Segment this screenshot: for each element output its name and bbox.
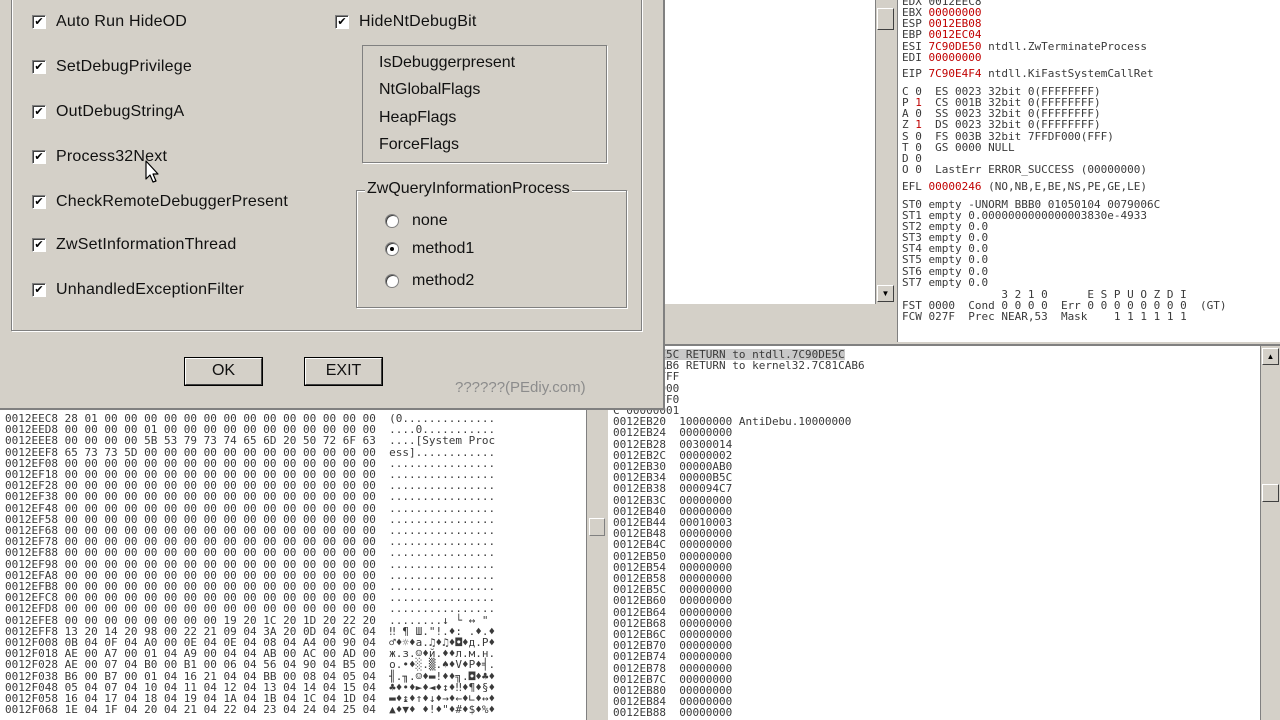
checkbox-box[interactable]: ✔ xyxy=(32,150,46,164)
dump-row[interactable]: 0012EEF8 65 73 73 5D 00 00 00 00 00 00 0… xyxy=(5,447,495,458)
checkbox-box[interactable]: ✔ xyxy=(32,60,46,74)
radio-method2[interactable]: method2 xyxy=(385,272,474,290)
checkbox-label: UnhandledExceptionFilter xyxy=(56,281,245,298)
disasm-pane-tail[interactable] xyxy=(665,0,875,304)
checkbox-zwsetinformationthread[interactable]: ✔ ZwSetInformationThread xyxy=(32,234,236,256)
flag-item: IsDebuggerpresent xyxy=(379,54,516,71)
stack-row[interactable]: 0012EB3C 00000000 xyxy=(613,495,732,506)
checkbox-setdebugprivilege[interactable]: ✔ SetDebugPrivilege xyxy=(32,56,192,78)
checkbox-hidentdebugbit[interactable]: ✔ HideNtDebugBit xyxy=(335,11,477,33)
scroll-thumb[interactable] xyxy=(589,518,605,536)
scroll-thumb[interactable] xyxy=(877,8,894,30)
checkbox-box[interactable]: ✔ xyxy=(32,195,46,209)
stack-row[interactable]: 0012EB28 00300014 xyxy=(613,439,732,450)
stack-row[interactable]: 0012EB50 00000000 xyxy=(613,551,732,562)
dump-row[interactable]: 0012EF48 00 00 00 00 00 00 00 00 00 00 0… xyxy=(5,503,495,514)
stack-row[interactable]: 0012EB4C 00000000 xyxy=(613,539,732,550)
memory-dump-pane[interactable]: 0012EEC8 28 01 00 00 00 00 00 00 00 00 0… xyxy=(0,410,606,720)
stack-row[interactable]: 0012EB38 000094C7 xyxy=(613,483,732,494)
dump-row[interactable]: 0012EF38 00 00 00 00 00 00 00 00 00 00 0… xyxy=(5,491,495,502)
debug-flags-list: IsDebuggerpresent NtGlobalFlags HeapFlag… xyxy=(362,45,607,163)
stack-scrollbar[interactable]: ▲ xyxy=(1260,346,1280,720)
checkbox-box[interactable]: ✔ xyxy=(32,15,46,29)
checkbox-outdebugstringa[interactable]: ✔ OutDebugStringA xyxy=(32,101,184,123)
ok-button[interactable]: OK xyxy=(185,358,262,385)
stack-row[interactable]: 0012EB74 00000000 xyxy=(613,651,732,662)
radio-method1[interactable]: method1 xyxy=(385,240,474,258)
register-line[interactable]: Z 1 DS 0023 32bit 0(FFFFFFFF) xyxy=(902,119,1101,130)
stack-row[interactable]: 0012EB24 00000000 xyxy=(613,427,732,438)
flag-item: NtGlobalFlags xyxy=(379,81,481,98)
radio-button[interactable] xyxy=(385,214,399,228)
checkbox-label: Auto Run HideOD xyxy=(56,13,188,30)
register-line[interactable]: EBP 0012EC04 xyxy=(902,29,981,40)
register-line[interactable]: ST5 empty 0.0 xyxy=(902,254,988,265)
radio-button[interactable] xyxy=(385,274,399,288)
dump-row[interactable]: 0012F038 B6 00 B7 00 01 04 16 21 04 04 B… xyxy=(5,671,495,682)
checkbox-label: OutDebugStringA xyxy=(56,103,185,120)
checkbox-checkremotedebuggerpresent[interactable]: ✔ CheckRemoteDebuggerPresent xyxy=(32,191,288,213)
stack-row[interactable]: 0012EB88 00000000 xyxy=(613,707,732,718)
checkbox-auto-run-hideod[interactable]: ✔ Auto Run HideOD xyxy=(32,11,187,33)
stack-row[interactable]: 0012EB60 00000000 xyxy=(613,595,732,606)
registers-view[interactable]: EDX 0012EEC8 EBX 00000000 ESP 0012EB08 EBP … xyxy=(897,0,1280,342)
radio-none[interactable]: none xyxy=(385,212,448,230)
changed-register-value: 00000000 xyxy=(928,51,982,64)
checkbox-label: ZwSetInformationThread xyxy=(56,236,237,253)
checkbox-box[interactable]: ✔ xyxy=(32,238,46,252)
scroll-up-button[interactable]: ▲ xyxy=(1262,348,1279,365)
checkbox-box[interactable]: ✔ xyxy=(32,105,46,119)
dump-row[interactable]: 0012EF88 00 00 00 00 00 00 00 00 00 00 0… xyxy=(5,547,495,558)
register-line[interactable]: EFL 00000246 (NO,NB,E,BE,NS,PE,GE,LE) xyxy=(902,181,1147,192)
dump-row[interactable]: 0012EFD8 00 00 00 00 00 00 00 00 00 00 0… xyxy=(5,603,495,614)
dump-row[interactable]: 0012EFE8 00 00 00 00 00 00 00 00 19 20 1… xyxy=(5,615,495,626)
scroll-thumb[interactable] xyxy=(1262,484,1279,502)
flag-item: ForceFlags xyxy=(379,136,460,153)
dump-row[interactable]: 0012EEE8 00 00 00 00 5B 53 79 73 74 65 6… xyxy=(5,435,495,446)
changed-register-value: 00000246 xyxy=(928,180,982,193)
credit-text: ??????(PEdiy.com) xyxy=(455,379,586,396)
checkbox-label: CheckRemoteDebuggerPresent xyxy=(56,193,288,210)
stack-row[interactable]: 0012EB64 00000000 xyxy=(613,607,732,618)
checkbox-box[interactable]: ✔ xyxy=(32,283,46,297)
radio-button[interactable] xyxy=(385,242,399,256)
checkbox-label: SetDebugPrivilege xyxy=(56,58,192,75)
disasm-scrollbar[interactable]: ▼ xyxy=(875,0,895,304)
register-line[interactable]: O 0 LastErr ERROR_SUCCESS (00000000) xyxy=(902,164,1147,175)
registers-pane: ▼ EDX 0012EEC8 EBX 00000000 ESP 0012EB08 EB… xyxy=(665,0,1280,342)
flag-item: HeapFlags xyxy=(379,109,457,126)
dump-row[interactable]: 0012F028 AE 00 07 04 B0 00 B1 00 06 04 5… xyxy=(5,659,495,670)
stack-pane[interactable]: 8 7C90DE5C RETURN to ntdll.7C90DE5C 7C81… xyxy=(608,344,1280,720)
zwquery-group-title: ZwQueryInformationProcess xyxy=(365,180,572,198)
register-line[interactable]: ST7 empty 0.0 xyxy=(902,277,988,288)
scroll-down-button[interactable]: ▼ xyxy=(877,285,894,302)
register-line[interactable]: EIP 7C90E4F4 ntdll.KiFastSystemCallRet xyxy=(902,68,1154,79)
checkbox-label: HideNtDebugBit xyxy=(359,13,477,30)
radio-label: none xyxy=(412,212,448,229)
register-line[interactable]: EDI 00000000 xyxy=(902,52,981,63)
dump-row[interactable]: 0012EF98 00 00 00 00 00 00 00 00 00 00 0… xyxy=(5,559,495,570)
checkbox-unhandledexceptionfilter[interactable]: ✔ UnhandledExceptionFilter xyxy=(32,279,244,301)
mouse-cursor-icon xyxy=(145,160,159,183)
dump-scrollbar[interactable] xyxy=(586,410,606,720)
register-line[interactable]: FCW 027F Prec NEAR,53 Mask 1 1 1 1 1 1 xyxy=(902,311,1187,322)
dump-row[interactable]: 0012F068 1E 04 1F 04 20 04 21 04 22 04 2… xyxy=(5,704,495,715)
exit-button[interactable]: EXIT xyxy=(305,358,382,385)
stack-row[interactable]: 0012EB78 00000000 xyxy=(613,663,732,674)
radio-label: method2 xyxy=(412,272,475,289)
checkbox-box[interactable]: ✔ xyxy=(335,15,349,29)
hideod-dialog: ✔ Auto Run HideOD ✔ SetDebugPrivilege ✔ … xyxy=(0,0,665,410)
radio-label: method1 xyxy=(412,240,475,257)
changed-register-value: 7C90E4F4 xyxy=(928,67,982,80)
